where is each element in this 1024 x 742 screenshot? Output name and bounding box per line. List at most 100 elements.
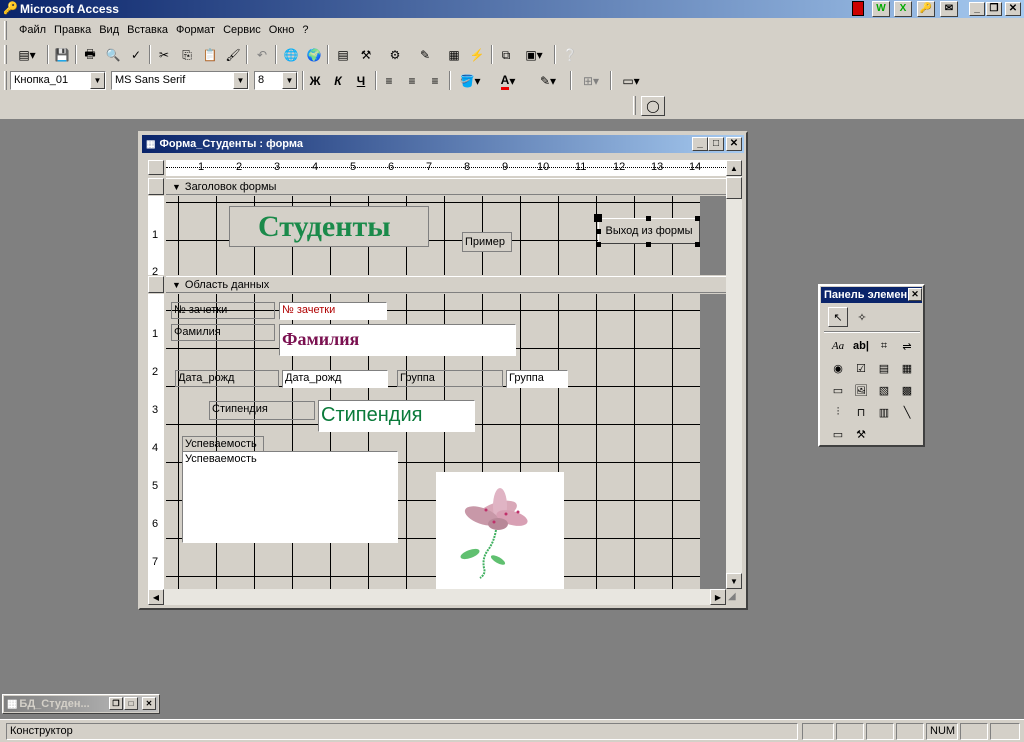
align-center-icon[interactable]: ≡ (401, 71, 423, 91)
unbound-frame-icon[interactable]: ▧ (874, 380, 894, 400)
help-icon[interactable]: ❔ (559, 45, 581, 65)
familia-field[interactable]: Фамилия (279, 324, 516, 356)
textbox-tool-icon[interactable]: ab| (851, 336, 871, 356)
horizontal-scrollbar[interactable]: ◀ ▶ (148, 589, 726, 605)
detail-area[interactable]: № зачетки № зачетки Фамилия Фамилия Дата… (166, 294, 700, 589)
form-minimize-button[interactable]: _ (692, 137, 708, 151)
selection-handle[interactable] (594, 214, 602, 222)
line-color-icon[interactable]: ✎▾ (531, 71, 565, 91)
menu-help[interactable]: ? (298, 24, 312, 36)
print-preview-icon[interactable]: 🔍 (102, 45, 124, 65)
form-maximize-button[interactable]: □ (708, 137, 724, 151)
italic-button[interactable]: К (327, 71, 349, 91)
select-objects-icon[interactable]: ↖ (828, 307, 848, 327)
font-color-button[interactable]: A ▾ (491, 71, 525, 91)
copy-icon[interactable]: ⎘ (176, 45, 198, 65)
view-button[interactable]: ▤▾ (10, 45, 44, 65)
control-wizards-icon[interactable]: ✧ (852, 307, 872, 327)
form-header-area[interactable]: Студенты Пример Выход из формы (166, 196, 700, 275)
format-painter-icon[interactable]: 🖌 (222, 45, 244, 65)
rectangle-icon[interactable]: ▭ (828, 424, 848, 444)
listbox-icon[interactable]: ▦ (897, 358, 917, 378)
paste-icon[interactable]: 📋 (199, 45, 221, 65)
uspevaemost-field[interactable]: Успеваемость (182, 451, 398, 543)
familia-label[interactable]: Фамилия (171, 324, 275, 341)
database-window-icon[interactable]: ⧉ (495, 45, 517, 65)
students-title-label[interactable]: Студенты (229, 206, 429, 247)
restore-button[interactable]: ❐ (986, 2, 1002, 16)
web-toolbar-icon[interactable]: 🌍 (303, 45, 325, 65)
menu-edit[interactable]: Правка (50, 24, 95, 36)
datarozh-label[interactable]: Дата_рожд (175, 370, 279, 387)
option-button-icon[interactable]: ◉ (828, 358, 848, 378)
toolbar-grip[interactable] (4, 71, 7, 90)
scroll-left-icon[interactable]: ◀ (148, 589, 164, 605)
db-restore-button[interactable]: ❐ (109, 697, 123, 710)
page-break-icon[interactable]: ⫶ (828, 402, 848, 422)
uspevaemost-label[interactable]: Успеваемость (182, 436, 264, 452)
scroll-thumb[interactable] (726, 177, 742, 199)
selection-handle[interactable] (596, 242, 601, 247)
callout-icon[interactable]: ◯ (641, 96, 665, 116)
undo-icon[interactable]: ↶ (251, 45, 273, 65)
example-label[interactable]: Пример (462, 232, 512, 252)
menu-insert[interactable]: Вставка (123, 24, 172, 36)
build-icon[interactable]: ⚡ (466, 45, 488, 65)
field-list-icon[interactable]: ▤ (332, 45, 354, 65)
checkbox-icon[interactable]: ☑ (851, 358, 871, 378)
menu-format[interactable]: Формат (172, 24, 219, 36)
exit-form-button[interactable]: Выход из формы (598, 218, 700, 244)
command-button-icon[interactable]: ▭ (828, 380, 848, 400)
image-icon[interactable]: 🖼 (851, 380, 871, 400)
menu-window[interactable]: Окно (265, 24, 299, 36)
office-icon[interactable] (852, 1, 864, 16)
menu-file[interactable]: Файл (15, 24, 50, 36)
save-icon[interactable]: 💾 (51, 45, 73, 65)
font-combo[interactable]: MS Sans Serif ▼ (111, 71, 249, 90)
toolbar-grip[interactable] (4, 45, 7, 64)
gruppa-label[interactable]: Группа (397, 370, 503, 387)
flower-image[interactable] (436, 472, 564, 589)
align-right-icon[interactable]: ≡ (424, 71, 446, 91)
code-icon[interactable]: ✎ (414, 45, 436, 65)
selection-handle[interactable] (596, 229, 601, 234)
bold-button[interactable]: Ж (304, 71, 326, 91)
stipendia-label[interactable]: Стипендия (209, 401, 315, 420)
section-selector-detail[interactable] (148, 276, 164, 293)
zachetka-field[interactable]: № зачетки (279, 302, 387, 320)
chevron-down-icon[interactable]: ▼ (282, 72, 297, 89)
form-header-bar[interactable]: ▼ Заголовок формы (166, 178, 726, 195)
db-close-button[interactable]: ✕ (142, 697, 156, 710)
bound-frame-icon[interactable]: ▩ (897, 380, 917, 400)
form-selector[interactable] (148, 160, 164, 175)
access-icon[interactable]: 🔑 (917, 1, 935, 17)
datarozh-field[interactable]: Дата_рожд (282, 370, 388, 388)
autoformat-icon[interactable]: ⚙ (384, 45, 406, 65)
cut-icon[interactable]: ✂ (153, 45, 175, 65)
stipendia-field[interactable]: Стипендия (318, 400, 475, 432)
horizontal-ruler[interactable]: 1 2 3 4 5 6 7 8 9 10 11 12 13 14 (166, 160, 726, 176)
gruppa-field[interactable]: Группа (506, 370, 568, 388)
selection-handle[interactable] (646, 242, 651, 247)
insert-hyperlink-icon[interactable]: 🌐 (280, 45, 302, 65)
toolbox-close-button[interactable]: ✕ (908, 288, 922, 301)
toolbar-grip[interactable] (633, 96, 636, 115)
scroll-down-icon[interactable]: ▼ (726, 573, 742, 589)
toggle-button-icon[interactable]: ⇌ (897, 336, 917, 356)
db-maximize-button[interactable]: □ (124, 697, 138, 710)
outlook-icon[interactable]: ✉ (940, 1, 958, 17)
section-selector-header[interactable] (148, 178, 164, 195)
chevron-down-icon[interactable]: ▼ (90, 72, 105, 89)
more-controls-icon[interactable]: ⚒ (851, 424, 871, 444)
tab-control-icon[interactable]: ⊓ (851, 402, 871, 422)
new-object-icon[interactable]: ▣▾ (518, 45, 550, 65)
toolbox-icon[interactable]: ⚒ (355, 45, 377, 65)
print-icon[interactable]: 🖶 (79, 45, 101, 65)
label-tool-icon[interactable]: Aa (828, 336, 848, 356)
special-effect-icon[interactable]: ▭▾ (614, 71, 648, 91)
vertical-ruler-detail[interactable]: 1 2 3 4 5 6 7 (148, 294, 164, 589)
properties-icon[interactable]: ▦ (443, 45, 465, 65)
word-icon[interactable]: W (872, 1, 890, 17)
option-group-icon[interactable]: ⌗ (874, 336, 894, 356)
align-left-icon[interactable]: ≡ (378, 71, 400, 91)
